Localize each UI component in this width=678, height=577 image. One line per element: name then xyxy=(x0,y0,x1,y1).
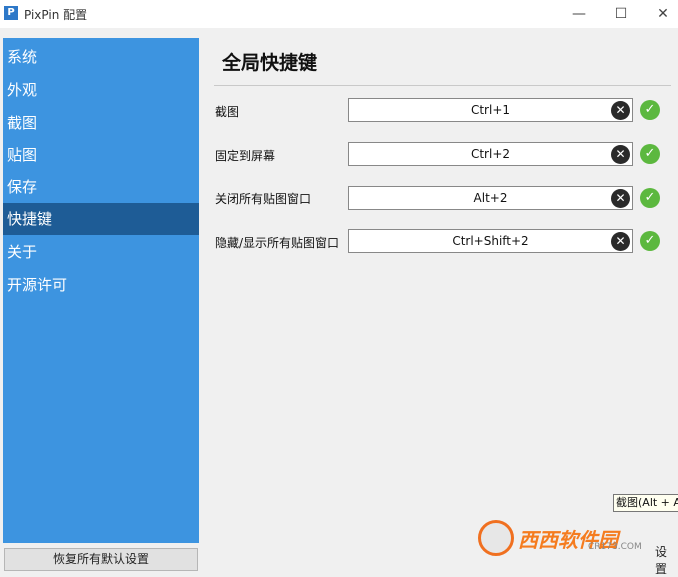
tooltip: 截图(Alt + A xyxy=(613,494,678,512)
app-icon: P xyxy=(4,6,18,20)
sidebar-item-appearance[interactable]: 外观 xyxy=(3,74,199,106)
sidebar-item-system[interactable]: 系统 xyxy=(3,41,199,73)
reset-defaults-button[interactable]: 恢复所有默认设置 xyxy=(4,548,198,571)
shortcut-label: 隐藏/显示所有贴图窗口 xyxy=(215,236,340,250)
title-bar: P PixPin 配置 — ☐ ✕ xyxy=(0,0,678,28)
divider xyxy=(214,85,671,86)
check-icon: ✓ xyxy=(640,188,660,208)
maximize-icon[interactable]: ☐ xyxy=(606,4,636,24)
sidebar-item-open-source[interactable]: 开源许可 xyxy=(3,269,199,301)
watermark-logo-icon xyxy=(478,520,514,556)
clear-icon[interactable]: ✕ xyxy=(611,189,630,208)
shortcut-input[interactable]: Ctrl+2 xyxy=(348,142,633,166)
minimize-icon[interactable]: — xyxy=(564,4,594,24)
sidebar-item-save[interactable]: 保存 xyxy=(3,171,199,203)
clear-icon[interactable]: ✕ xyxy=(611,145,630,164)
sidebar-item-about[interactable]: 关于 xyxy=(3,236,199,268)
sidebar-item-screenshot[interactable]: 截图 xyxy=(3,107,199,139)
clear-icon[interactable]: ✕ xyxy=(611,101,630,120)
shortcut-input[interactable]: Alt+2 xyxy=(348,186,633,210)
window-title: PixPin 配置 xyxy=(24,8,88,22)
shortcut-input[interactable]: Ctrl+1 xyxy=(348,98,633,122)
settings-button-partial[interactable]: 设置 xyxy=(655,543,678,577)
sidebar: 系统 外观 截图 贴图 保存 快捷键 关于 开源许可 xyxy=(3,38,199,543)
check-icon: ✓ xyxy=(640,144,660,164)
shortcut-label: 关闭所有贴图窗口 xyxy=(215,192,312,206)
shortcut-input[interactable]: Ctrl+Shift+2 xyxy=(348,229,633,253)
watermark: 西西软件园 CR173.COM xyxy=(478,520,668,560)
clear-icon[interactable]: ✕ xyxy=(611,232,630,251)
close-icon[interactable]: ✕ xyxy=(648,4,678,24)
shortcut-label: 固定到屏幕 xyxy=(215,149,276,163)
watermark-sub: CR173.COM xyxy=(588,542,642,552)
sidebar-item-shortcuts[interactable]: 快捷键 xyxy=(3,203,199,235)
check-icon: ✓ xyxy=(640,231,660,251)
sidebar-item-pin[interactable]: 贴图 xyxy=(3,139,199,171)
check-icon: ✓ xyxy=(640,100,660,120)
page-title: 全局快捷键 xyxy=(222,52,318,74)
shortcut-label: 截图 xyxy=(215,105,240,119)
